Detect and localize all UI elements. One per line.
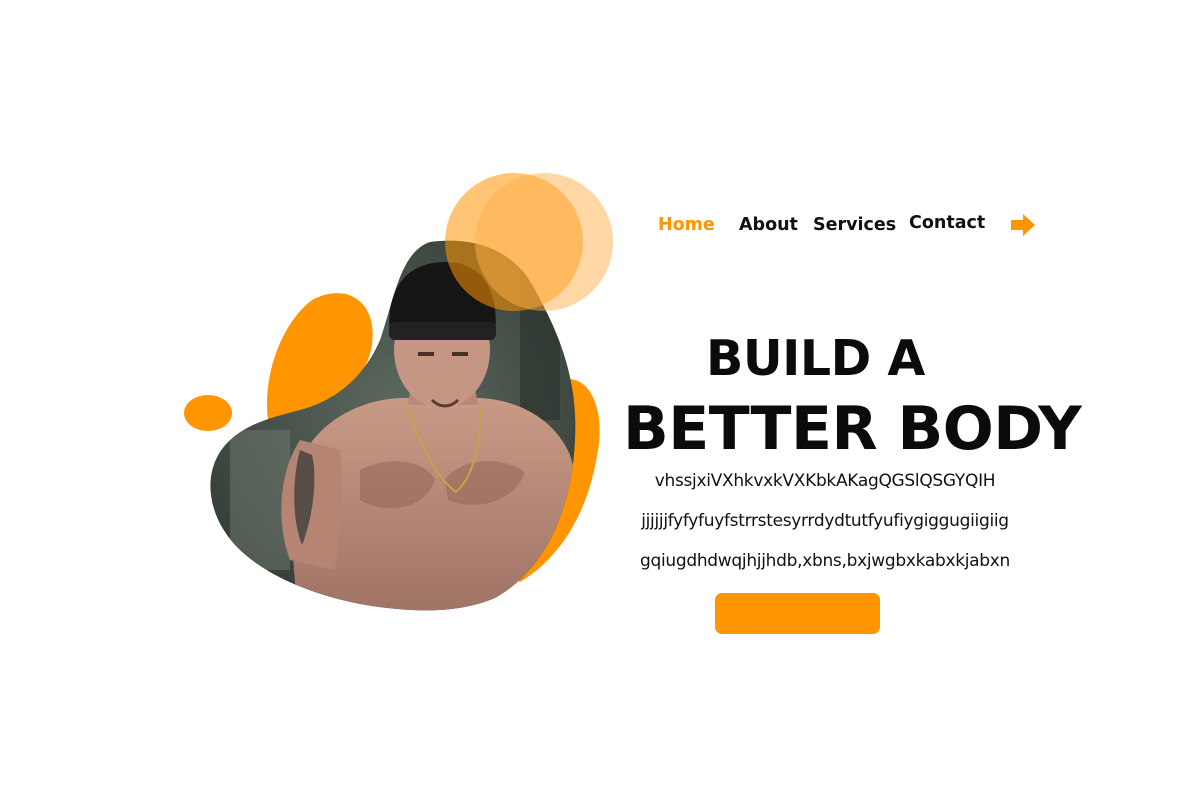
nav-services-link[interactable]: Services: [813, 215, 896, 235]
hero-text-line-1: vhssjxiVXhkvxkVXKbkAKagQGSlQSGYQIH: [654, 471, 996, 491]
nav-home-link[interactable]: Home: [658, 215, 715, 235]
hero-text-line-2: jjjjjjfyfyfuyfstrrstesyrrdydtutfyufiygig…: [641, 511, 1009, 531]
main-nav: Home About Services Contact: [0, 0, 1200, 260]
cta-button[interactable]: [715, 593, 880, 634]
nav-contact-link[interactable]: Contact: [909, 213, 985, 233]
headline-line-1: BUILD A: [706, 330, 925, 387]
headline-line-2: BETTER BODY: [623, 394, 1082, 464]
hero-text-line-3: gqiugdhdwqjhjjhdb,xbns,bxjwgbxkabxkjabxn: [639, 551, 1011, 571]
nav-about-link[interactable]: About: [739, 215, 798, 235]
decor-orange-dot: [184, 395, 232, 431]
arrow-right-icon[interactable]: [1010, 213, 1036, 237]
